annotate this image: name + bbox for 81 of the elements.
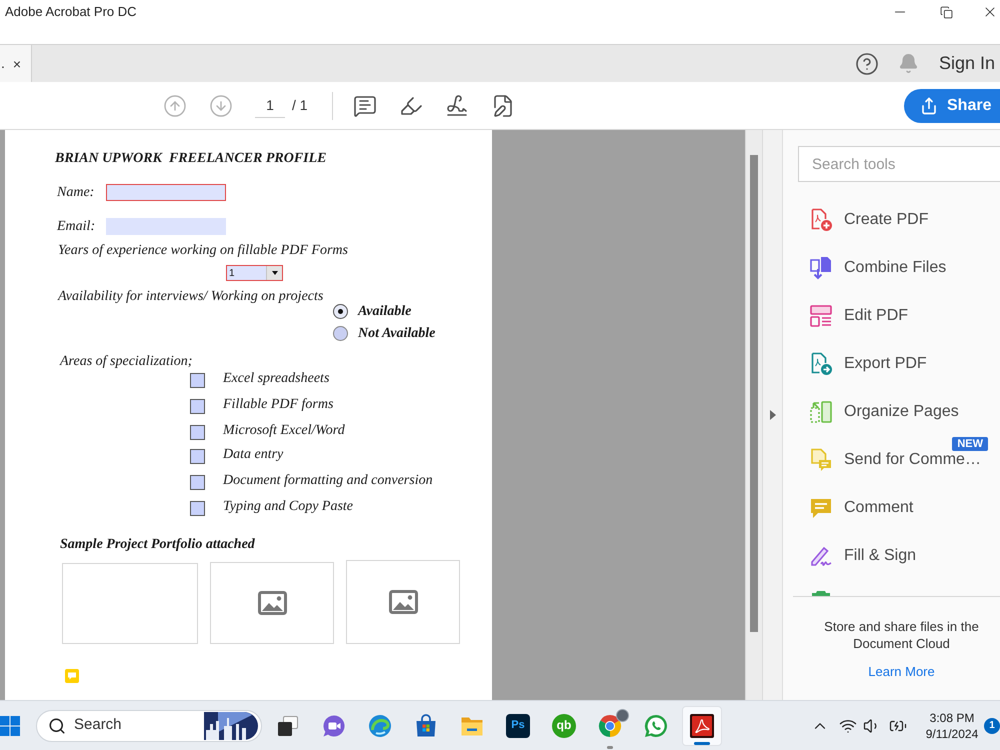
checkbox[interactable] [190, 448, 205, 464]
skyline-picture [204, 712, 258, 740]
speech-bubble-icon [809, 496, 833, 520]
option-label: Not Available [358, 324, 436, 342]
window-title: Adobe Acrobat Pro DC [4, 3, 137, 22]
search-icon [48, 716, 66, 734]
question-label: Availability for interviews/ Working on projects [58, 288, 324, 306]
tool-icon [809, 591, 833, 596]
avatar-icon [616, 708, 629, 722]
document-comment-icon [809, 448, 833, 472]
checkbox[interactable] [190, 474, 205, 490]
notification-badge[interactable]: 1 [984, 718, 1000, 734]
help-icon[interactable] [854, 52, 879, 76]
overlapping-windows-icon[interactable] [276, 714, 300, 738]
tool-item[interactable]: Comment [783, 484, 1000, 532]
experience-dropdown[interactable]: 1 [226, 265, 283, 281]
checkbox[interactable] [190, 500, 205, 516]
option-label: Available [358, 302, 412, 320]
taskbar-button[interactable] [682, 706, 722, 746]
checkbox[interactable] [190, 372, 205, 388]
tool-item[interactable]: Fill & Sign [783, 532, 1000, 580]
comment-icon[interactable] [353, 94, 377, 118]
pen-signature-icon [809, 544, 833, 568]
phone-bubble-icon[interactable] [644, 714, 668, 738]
tool-item[interactable]: Create PDF [783, 196, 1000, 244]
caret-right-icon[interactable] [770, 410, 776, 420]
text-field[interactable] [106, 218, 226, 234]
scrollbar-thumb[interactable] [750, 155, 758, 632]
field-label: Name: [57, 184, 96, 202]
video-camera-bubble-icon[interactable] [322, 714, 346, 738]
clock-date[interactable]: 9/11/2024 [926, 726, 978, 742]
share-icon [920, 96, 938, 114]
restore-icon[interactable] [940, 6, 952, 18]
image-icon [258, 591, 286, 615]
promo-text: Store and share files in the Document Cloud [823, 618, 980, 652]
close-tab-button[interactable]: × [12, 56, 22, 70]
search-tools-field[interactable]: Search tools [798, 146, 1000, 182]
option-label: Excel spreadsheets [223, 370, 330, 388]
sign-in-button[interactable]: Sign In [938, 50, 995, 77]
document-app-icon[interactable] [690, 714, 714, 738]
option-label: Fillable PDF forms [223, 396, 334, 414]
page-count: / 1 [292, 96, 309, 115]
question-label: Years of experience working on fillable PDF Forms [58, 242, 348, 260]
new-badge: NEW [952, 437, 988, 451]
tool-item[interactable]: Combine Files [783, 244, 1000, 292]
tool-item[interactable]: Edit PDF [783, 292, 1000, 340]
section-label: Sample Project Portfolio attached [60, 536, 255, 554]
tool-item[interactable]: Export PDF [783, 340, 1000, 388]
document-arrow-icon [809, 352, 833, 376]
document-plus-icon [809, 208, 833, 232]
text-field[interactable] [106, 184, 226, 200]
form-title: BRIAN UPWORK FREELANCER PROFILE [55, 150, 327, 168]
dropdown-caret-icon [272, 271, 278, 275]
option-label: Microsoft Excel/Word [223, 422, 345, 440]
search-input[interactable]: Search [74, 714, 184, 737]
layout-edit-icon [809, 304, 833, 328]
radio-button[interactable] [333, 304, 348, 318]
question-label: Areas of specialization; [60, 352, 192, 370]
pages-arrange-icon [809, 400, 833, 424]
share-button[interactable]: Share [904, 88, 1000, 122]
tool-item[interactable]: Organize Pages [783, 388, 1000, 436]
checkbox[interactable] [190, 424, 205, 440]
option-label: Document formatting and conversion [223, 472, 433, 490]
field-label: Email: [57, 218, 96, 236]
documents-merge-icon [809, 256, 833, 280]
pen-signature-icon[interactable] [445, 94, 469, 118]
document-tab[interactable]: . × [0, 45, 32, 82]
swirl-icon[interactable] [368, 714, 392, 738]
windows-logo-icon[interactable] [0, 716, 20, 736]
shopping-bag-icon[interactable] [414, 714, 438, 738]
taskbar-search-bar[interactable]: Search [36, 710, 262, 742]
image-icon [388, 590, 418, 614]
app-icon[interactable]: Ps [506, 714, 530, 738]
tricolor-circle-icon[interactable] [598, 714, 622, 738]
learn-more-link[interactable]: Learn More [868, 663, 935, 681]
option-label: Data entry [223, 446, 284, 464]
option-label: Typing and Copy Paste [223, 498, 354, 516]
clock-time[interactable]: 3:08 PM [930, 710, 974, 726]
document-pen-icon[interactable] [491, 94, 515, 118]
checkbox[interactable] [190, 398, 205, 414]
radio-button[interactable] [333, 326, 348, 340]
